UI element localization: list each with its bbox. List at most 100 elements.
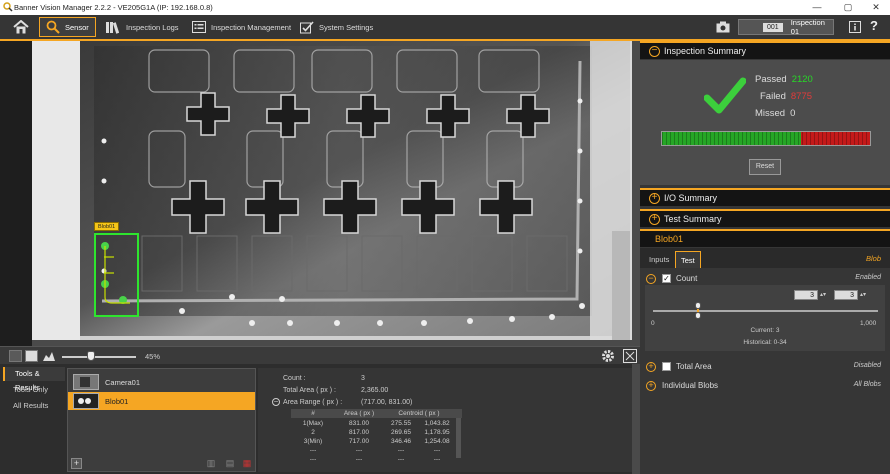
tab-sensor[interactable]: Sensor [39, 17, 96, 37]
close-button[interactable]: ✕ [862, 1, 890, 14]
bar-ticks [662, 132, 870, 145]
tool-item-camera01[interactable]: Camera01 [68, 373, 255, 391]
inspection-selector[interactable]: 001 Inspection 01 [738, 18, 834, 36]
app-logo-icon [3, 2, 13, 12]
zoom-slider[interactable] [62, 356, 136, 358]
stepper-arrows-icon[interactable]: ▴▾ [819, 290, 827, 300]
tool-type-tag: Blob [865, 254, 881, 263]
zoom-slider-thumb[interactable] [87, 351, 95, 361]
stepper-arrows-icon[interactable]: ▴▾ [859, 290, 867, 300]
tab-inspection-management-label: Inspection Management [211, 22, 292, 32]
table-cell: --- [397, 456, 405, 463]
image-vertical-scrollbar[interactable] [632, 41, 640, 346]
list-icon [192, 21, 206, 33]
roi-box[interactable] [94, 233, 139, 317]
total-area-checkbox[interactable] [662, 362, 671, 371]
io-summary-header[interactable]: + I/O Summary [640, 188, 890, 206]
count-min-input[interactable]: 3 [794, 290, 818, 300]
tab-inspection-management[interactable]: Inspection Management [192, 17, 291, 37]
failed-stat: Failed 8775 [760, 91, 812, 102]
area-range-label: Area Range ( px ) : [283, 399, 343, 406]
delete-tool-icon[interactable]: ▥ [206, 458, 216, 469]
pass-checkmark-icon [704, 77, 746, 114]
tab-all-results[interactable]: All Results [3, 399, 65, 413]
area-range-value: (717.00, 831.00) [361, 399, 413, 406]
count-range-slider[interactable] [653, 310, 878, 312]
inspection-summary-header[interactable]: − Inspection Summary [640, 41, 890, 59]
test-summary-header[interactable]: + Test Summary [640, 209, 890, 227]
tab-system-settings[interactable]: System Settings [300, 17, 373, 37]
maximize-button[interactable]: ▢ [834, 1, 862, 14]
table-cell: --- [355, 456, 363, 463]
tab-sensor-label: Sensor [65, 22, 89, 32]
tool-item-blob01[interactable]: Blob01 [68, 392, 255, 410]
expand-icon[interactable]: + [646, 381, 656, 391]
table-cell: --- [309, 447, 317, 454]
total-area-test-row[interactable]: + Total Area Disabled [640, 360, 890, 374]
view-fit-button[interactable] [9, 350, 22, 362]
tab-inspection-logs[interactable]: Inspection Logs [105, 17, 179, 37]
camera-thumbnail [73, 374, 99, 390]
count-max-input[interactable]: 3 [834, 290, 858, 300]
inspection-name: Inspection 01 [790, 18, 825, 36]
collapse-icon[interactable]: − [646, 274, 656, 284]
tool-list: Camera01 Blob01 + ▥ ▤ ▦ [67, 368, 256, 472]
tab-test[interactable]: Test [675, 251, 701, 268]
table-cell: 275.55 [391, 420, 411, 427]
test-summary-title: Test Summary [664, 214, 722, 224]
table-cell: --- [397, 447, 405, 454]
col-header-centroid: Centroid ( px ) [398, 410, 440, 417]
individual-blobs-row[interactable]: + Individual Blobs All Blobs [640, 379, 890, 393]
reset-button[interactable]: Reset [749, 159, 781, 175]
passed-stat: Passed 2120 [755, 74, 813, 85]
tab-tools-and-results[interactable]: Tools & Results [3, 367, 65, 392]
tool-item-label: Camera01 [105, 377, 141, 387]
minimize-button[interactable]: — [803, 1, 831, 14]
books-icon [106, 21, 120, 34]
histogram-icon[interactable] [42, 350, 56, 362]
trash-icon[interactable]: ▦ [242, 458, 252, 469]
info-icon[interactable] [849, 21, 861, 33]
bottom-panel-scrollbar[interactable] [632, 364, 640, 474]
tab-tools-only[interactable]: Tools Only [3, 383, 65, 397]
count-label: Count : [283, 375, 306, 382]
expand-icon[interactable]: + [646, 362, 656, 372]
range-min-label: 0 [651, 320, 655, 327]
failed-value: 8775 [790, 91, 813, 102]
results-scrollbar[interactable] [456, 418, 461, 458]
table-cell: 3(Min) [303, 438, 323, 445]
table-cell: --- [433, 456, 441, 463]
tab-system-settings-label: System Settings [319, 22, 374, 32]
copy-tool-icon[interactable]: ▤ [225, 458, 235, 469]
help-button[interactable]: ? [870, 18, 878, 33]
current-count: Current: 3 [750, 327, 780, 334]
table-cell: 1(Max) [302, 420, 324, 427]
sensor-image-view[interactable]: Blob01 [0, 41, 640, 346]
missed-label: Missed [755, 108, 786, 119]
gear-icon[interactable] [601, 349, 615, 363]
add-tool-button[interactable]: + [71, 458, 82, 469]
table-cell: --- [355, 447, 363, 454]
range-max-label: 1,000 [860, 320, 877, 327]
passed-label: Passed [755, 74, 787, 85]
total-area-value: 2,365.00 [361, 387, 389, 394]
count-checkbox[interactable]: ✓ [662, 274, 671, 283]
roi-label[interactable]: Blob01 [94, 222, 120, 231]
table-cell: 2 [311, 429, 315, 436]
home-button[interactable] [8, 18, 34, 36]
total-area-label: Total Area ( px ) : [283, 387, 336, 394]
range-max-handle[interactable] [695, 312, 701, 319]
range-min-handle[interactable] [695, 302, 701, 309]
table-cell: 817.00 [349, 429, 369, 436]
pass-fail-history-bar [661, 131, 871, 146]
collapse-icon[interactable]: − [272, 398, 280, 406]
inspection-summary-title: Inspection Summary [664, 46, 747, 56]
main-nav-bar: Sensor Inspection Logs Inspection Manage… [0, 15, 890, 39]
count-test-row[interactable]: − ✓ Count Enabled [640, 272, 890, 286]
view-full-button[interactable] [25, 350, 38, 362]
camera-icon[interactable] [716, 21, 730, 33]
tab-inputs[interactable]: Inputs [644, 251, 674, 268]
results-spare-area [464, 368, 632, 472]
expand-icon[interactable] [623, 349, 637, 363]
col-header-number: # [311, 410, 315, 417]
